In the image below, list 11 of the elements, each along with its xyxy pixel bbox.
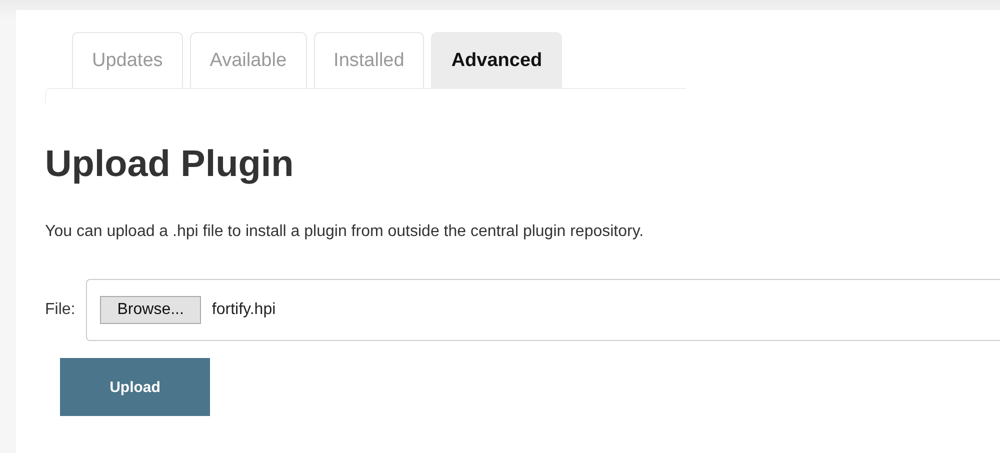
file-name: fortify.hpi xyxy=(212,301,276,319)
browse-button[interactable]: Browse... xyxy=(100,296,201,324)
file-field[interactable]: Browse... fortify.hpi xyxy=(86,279,1000,341)
tab[interactable]: Installed xyxy=(314,32,424,88)
description-text: You can upload a .hpi file to install a plugin from outside the central plugin repository. xyxy=(45,223,645,241)
page-heading: Upload Plugin xyxy=(45,143,295,185)
tab[interactable]: Available xyxy=(190,32,307,88)
tab[interactable]: Updates xyxy=(72,32,183,88)
file-label: File: xyxy=(45,301,76,319)
upload-button[interactable]: Upload xyxy=(60,358,210,416)
tab[interactable]: Advanced xyxy=(431,32,562,88)
